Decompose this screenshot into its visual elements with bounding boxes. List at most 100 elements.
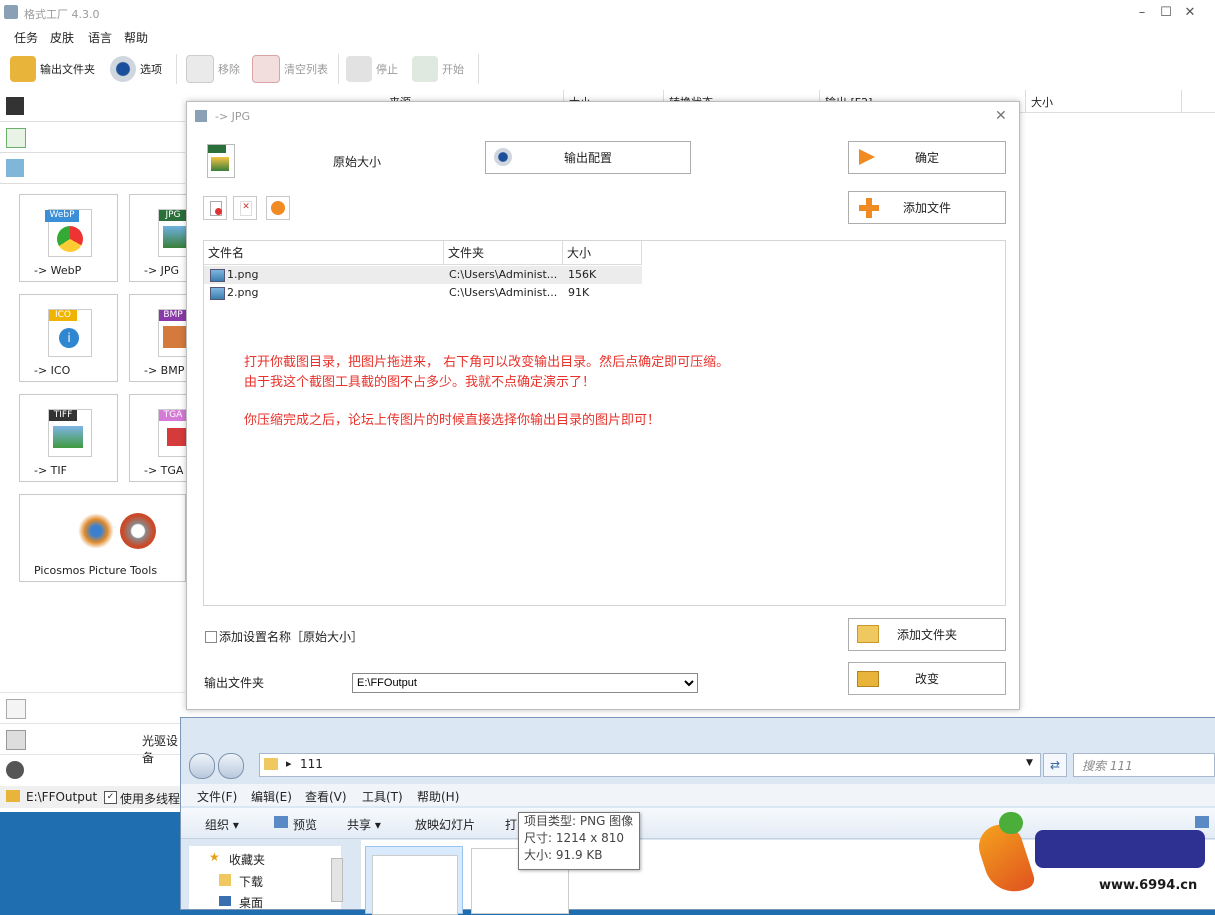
status-path[interactable]: E:\FFOutput — [26, 790, 97, 804]
address-bar[interactable]: ▸ 111 ▼ — [259, 753, 1041, 777]
tga-badge: TGA — [159, 410, 187, 421]
tiff-icon: TIFF — [48, 409, 92, 457]
thumbnail-1[interactable] — [365, 846, 463, 915]
menu-language[interactable]: 语言 — [88, 29, 112, 46]
close-icon[interactable]: ✕ — [995, 108, 1007, 124]
file-folder: C:\Users\Administ... — [449, 286, 558, 299]
nav-desktop[interactable]: 桌面 — [239, 894, 263, 911]
file-list: 文件名 文件夹 大小 1.png C:\Users\Administ... 15… — [203, 240, 1006, 606]
minimize-icon[interactable]: – — [1132, 4, 1152, 22]
table-row[interactable]: 1.png C:\Users\Administ... 156K — [204, 266, 642, 284]
annotation-text: 打开你截图目录，把图片拖进来， 右下角可以改变输出目录。然后点确定即可压缩。 — [244, 355, 730, 370]
add-setting-name-checkbox[interactable] — [205, 631, 217, 643]
category-picture[interactable] — [0, 153, 185, 184]
change-button[interactable]: 改变 — [848, 662, 1006, 695]
music-icon — [6, 128, 26, 148]
options-button[interactable]: 选项 — [110, 52, 162, 86]
play-icon — [271, 201, 285, 215]
category-tools[interactable] — [0, 754, 185, 785]
maximize-icon[interactable]: ☐ — [1156, 4, 1176, 22]
remove-button[interactable]: 移除 — [186, 52, 240, 86]
output-folder-dropdown[interactable]: E:\FFOutput — [352, 673, 698, 693]
add-folder-button[interactable]: 添加文件夹 — [848, 618, 1006, 651]
add-setting-name-label: 添加设置名称［原始大小］ — [219, 630, 364, 644]
stop-button[interactable]: 停止 — [346, 52, 398, 86]
share-button[interactable]: 共享 ▾ — [347, 816, 381, 833]
info-icon: i — [59, 328, 79, 348]
play-button[interactable] — [266, 196, 290, 220]
add-file-button[interactable]: 添加文件 — [848, 191, 1006, 224]
title-bar: 格式工厂 4.3.0 – ☐ ✕ — [0, 0, 1215, 26]
tile-ico[interactable]: ICO i -> ICO — [19, 294, 118, 382]
tile-picosmos[interactable]: Picosmos Picture Tools — [19, 494, 186, 582]
annotation-text: 由于我这个截图工具截的图不占多少。我就不点确定演示了！ — [244, 375, 596, 390]
webp-icon: WebP — [45, 209, 92, 257]
status-bar: E:\FFOutput ✓ 使用多线程 — [0, 786, 185, 808]
toolbar: 输出文件夹 选项 移除 清空列表 停止 开始 — [0, 48, 1215, 90]
tile-label: -> WebP — [34, 264, 82, 277]
navigation-pane: ★ 收藏夹 下载 桌面 — [189, 846, 341, 911]
menu-file[interactable]: 文件(F) — [197, 788, 237, 805]
multithread-checkbox[interactable]: ✓ — [104, 791, 117, 804]
star-icon: ★ — [209, 850, 220, 864]
slideshow-button[interactable]: 放映幻灯片 — [415, 816, 475, 833]
clear-list-button[interactable]: 清空列表 — [252, 52, 328, 86]
annotation-text: 你压缩完成之后，论坛上传图片的时候直接选择你输出目录的图片即可！ — [244, 413, 661, 428]
start-button[interactable]: 开始 — [412, 52, 464, 86]
col-size[interactable]: 大小 — [563, 241, 642, 265]
col-output-size[interactable]: 大小 — [1031, 94, 1053, 110]
organize-button[interactable]: 组织 ▾ — [205, 816, 239, 833]
picosmos-gear-icon — [120, 513, 156, 549]
nav-favorites[interactable]: 收藏夹 — [229, 851, 265, 868]
output-folder-button[interactable]: 输出文件夹 — [10, 52, 95, 86]
category-document[interactable] — [0, 692, 185, 723]
clear-files-button[interactable]: ✕ — [233, 196, 257, 220]
tile-jpg[interactable]: JPG -> JPG — [129, 194, 202, 282]
multithread-label: 使用多线程 — [120, 792, 181, 806]
menu-view[interactable]: 查看(V) — [305, 788, 347, 805]
button-label: 输出配置 — [563, 151, 612, 165]
remove-file-button[interactable] — [203, 196, 227, 220]
tile-webp[interactable]: WebP -> WebP — [19, 194, 118, 282]
file-folder: C:\Users\Administ... — [449, 268, 558, 281]
forward-icon[interactable] — [218, 753, 244, 779]
tile-tif[interactable]: TIFF -> TIF — [19, 394, 118, 482]
chevron-down-icon[interactable]: ▼ — [1026, 758, 1033, 768]
output-folder-select[interactable]: E:\FFOutput — [352, 673, 698, 693]
search-input[interactable]: 搜索 111 — [1073, 753, 1215, 777]
menu-task[interactable]: 任务 — [14, 29, 38, 46]
scrollbar[interactable] — [331, 858, 343, 902]
print-button[interactable]: 打 — [505, 816, 517, 833]
menu-tools[interactable]: 工具(T) — [362, 788, 403, 805]
category-cd[interactable]: 光驱设备 — [0, 723, 185, 765]
document-icon — [6, 699, 26, 719]
dialog-title: -> JPG — [215, 110, 251, 123]
tile-bmp[interactable]: BMP -> BMP — [129, 294, 202, 382]
toolbar-divider — [176, 54, 177, 84]
menu-skin[interactable]: 皮肤 — [50, 29, 74, 46]
preset-label: 原始大小 — [333, 155, 382, 169]
button-label: 添加文件夹 — [896, 628, 957, 642]
refresh-icon[interactable]: ⇄ — [1043, 753, 1067, 777]
tile-label: Picosmos Picture Tools — [34, 564, 158, 577]
gear-icon — [494, 148, 512, 166]
menu-help[interactable]: 帮助 — [124, 29, 148, 46]
drive-icon — [6, 730, 26, 750]
image-file-icon — [210, 287, 225, 300]
menu-edit[interactable]: 编辑(E) — [251, 788, 292, 805]
col-filename[interactable]: 文件名 — [204, 241, 444, 265]
table-row[interactable]: 2.png C:\Users\Administ... 91K — [204, 284, 642, 302]
back-icon[interactable] — [189, 753, 215, 779]
col-folder[interactable]: 文件夹 — [444, 241, 563, 265]
category-audio[interactable] — [0, 122, 185, 153]
category-video[interactable] — [0, 91, 185, 122]
preview-button[interactable]: 预览 — [293, 816, 317, 833]
button-label: 添加文件 — [902, 201, 951, 215]
menu-help[interactable]: 帮助(H) — [417, 788, 459, 805]
ok-button[interactable]: 确定 — [848, 141, 1006, 174]
clear-icon: ✕ — [240, 201, 252, 216]
nav-downloads[interactable]: 下载 — [239, 873, 263, 890]
tile-tga[interactable]: TGA -> TGA — [129, 394, 202, 482]
close-icon[interactable]: ✕ — [1180, 4, 1200, 22]
output-config-button[interactable]: 输出配置 — [485, 141, 691, 174]
